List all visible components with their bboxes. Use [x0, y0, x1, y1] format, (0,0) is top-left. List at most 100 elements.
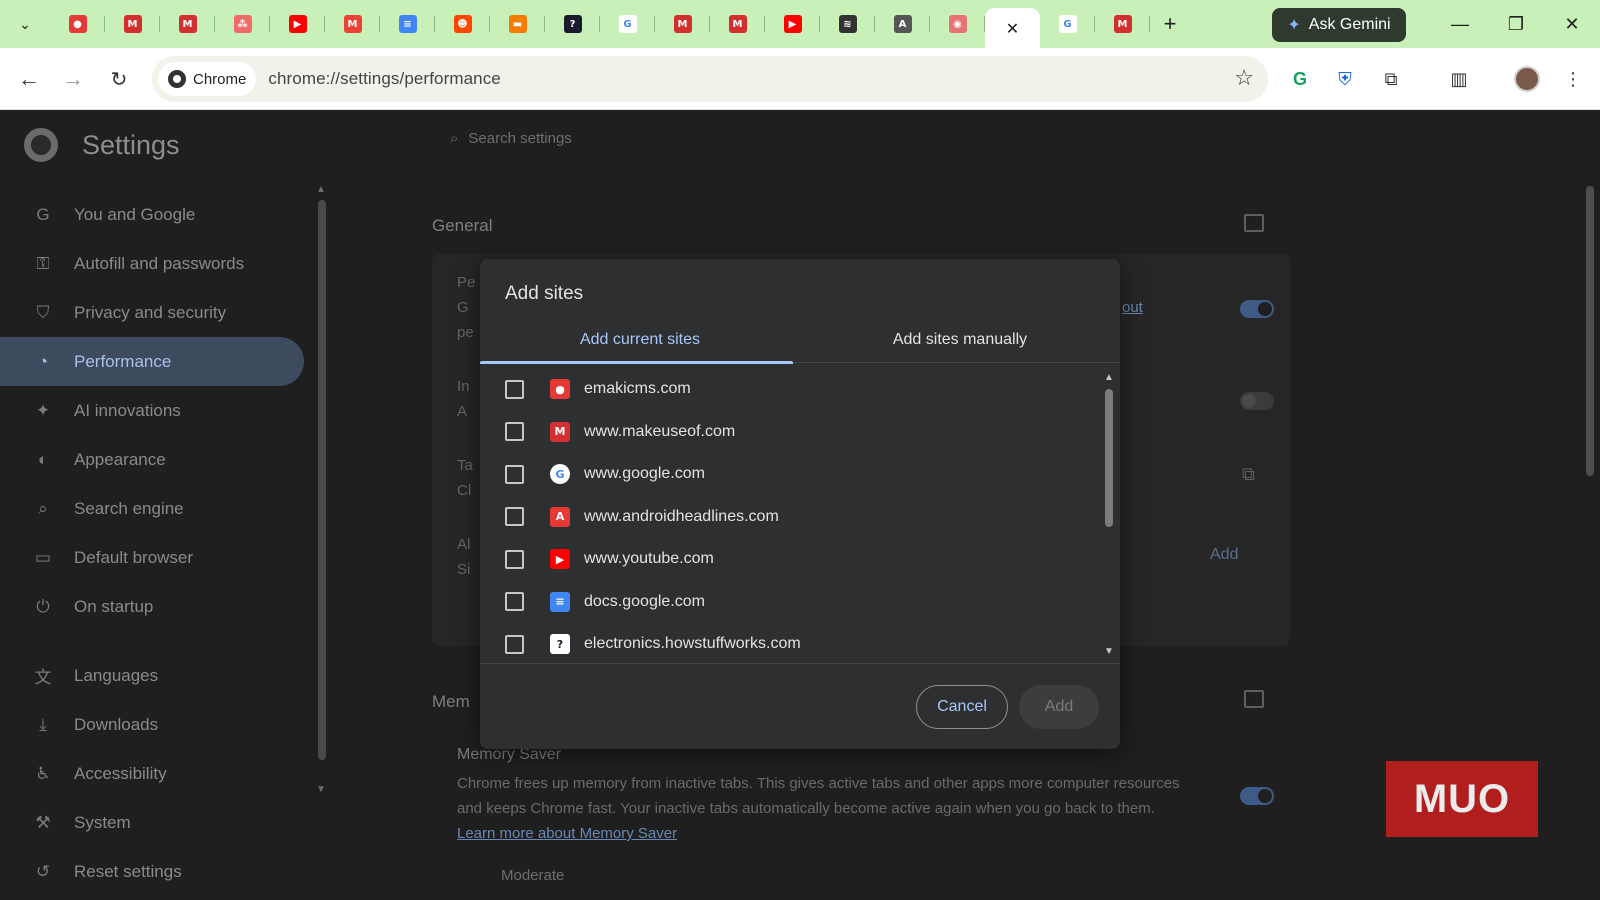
site-checkbox[interactable]: [505, 549, 524, 569]
browser-tab[interactable]: ☻: [435, 6, 490, 42]
sidebar-item-autofill-and-passwords[interactable]: ⚿ Autofill and passwords: [0, 239, 312, 288]
gemini-sparkle-icon: ✦: [1287, 17, 1301, 34]
site-checkbox[interactable]: [505, 379, 524, 399]
sidebar-item-reset-settings[interactable]: ↺ Reset settings: [0, 847, 312, 896]
sidebar-item-performance[interactable]: ◔ Performance: [0, 337, 304, 386]
sidebar-item-appearance[interactable]: ◐ Appearance: [0, 435, 312, 484]
window-close-icon[interactable]: ✕: [1544, 0, 1600, 48]
tab-search-chevron-icon[interactable]: ⌄: [0, 0, 50, 48]
reload-icon[interactable]: ↻: [102, 62, 136, 96]
external-link-icon[interactable]: ⧉: [1242, 464, 1255, 485]
site-row[interactable]: Awww.androidheadlines.com: [480, 496, 1120, 539]
site-list-scrollbar[interactable]: ▲ ▼: [1104, 372, 1114, 660]
sidebar-item-downloads[interactable]: ⤓ Downloads: [0, 700, 312, 749]
back-arrow-icon[interactable]: ←: [12, 62, 46, 96]
shield-extension-icon[interactable]: ⛨: [1328, 62, 1362, 96]
browser-tab[interactable]: M: [655, 6, 710, 42]
site-checkbox[interactable]: [505, 422, 524, 442]
tab-add-sites-manually[interactable]: Add sites manually: [800, 317, 1120, 363]
tab-active[interactable]: ✕: [985, 8, 1040, 48]
browser-tab[interactable]: ⁂: [215, 6, 270, 42]
cancel-button[interactable]: Cancel: [916, 685, 1008, 729]
browser-tab[interactable]: M: [325, 6, 380, 42]
page-scrollbar-thumb[interactable]: [1586, 186, 1594, 476]
sidebar-item-system[interactable]: ⚒ System: [0, 798, 312, 847]
site-checkbox[interactable]: [505, 507, 524, 527]
site-row[interactable]: Gwww.google.com: [480, 453, 1120, 496]
autofill-and-passwords-icon: ⚿: [36, 253, 50, 273]
site-checkbox[interactable]: [505, 634, 524, 654]
sidebar-item-ai-innovations[interactable]: ✦ AI innovations: [0, 386, 312, 435]
chrome-menu-icon[interactable]: ⋮: [1556, 62, 1590, 96]
browser-tab[interactable]: ◉: [930, 6, 985, 42]
browser-tab[interactable]: A: [875, 6, 930, 42]
sidebar-item-on-startup[interactable]: ⏻ On startup: [0, 582, 312, 631]
sidebar-item-default-browser[interactable]: ▭ Default browser: [0, 533, 312, 582]
site-row[interactable]: ▶ www.youtube.com: [480, 538, 1120, 581]
site-row[interactable]: Mwww.makeuseof.com: [480, 411, 1120, 454]
reading-mode-icon[interactable]: ▥: [1442, 62, 1476, 96]
inactive-tabs-toggle[interactable]: [1240, 392, 1274, 410]
scroll-down-icon[interactable]: ▼: [1104, 646, 1114, 657]
scroll-up-icon[interactable]: ▲: [316, 184, 326, 195]
site-checkbox[interactable]: [505, 592, 524, 612]
sidebar-item-accessibility[interactable]: ♿ Accessibility: [0, 749, 312, 798]
performance-toggle[interactable]: [1240, 300, 1274, 318]
scroll-up-icon[interactable]: ▲: [1104, 372, 1114, 383]
address-bar[interactable]: Chrome chrome://settings/performance ☆: [152, 56, 1268, 102]
site-info-chip[interactable]: Chrome: [158, 62, 257, 96]
restore-icon[interactable]: ❐: [1488, 0, 1544, 48]
sidebar-scroll-thumb[interactable]: [318, 200, 326, 760]
sidebar-scrollbar[interactable]: ▲ ▼: [316, 184, 326, 795]
new-tab-button[interactable]: +: [1150, 6, 1190, 42]
site-row[interactable]: ● emakicms.com: [480, 368, 1120, 411]
site-row[interactable]: ? electronics.howstuffworks.com: [480, 623, 1120, 660]
browser-tab[interactable]: ?: [545, 6, 600, 42]
sidebar-item-languages[interactable]: 文 Languages: [0, 651, 312, 700]
always-active-add-button[interactable]: Add: [1210, 546, 1238, 564]
browser-tab[interactable]: M: [160, 6, 215, 42]
sidebar-item-search-engine[interactable]: ⌕ Search engine: [0, 484, 312, 533]
tab-list: ● M M ⁂ ▶ M ≡ ☻ ▬? G M M ▶ ≋ A ◉ ✕ G M: [50, 0, 1150, 48]
browser-tab[interactable]: M: [1095, 6, 1150, 42]
youtube-favicon: ▶: [783, 15, 802, 33]
browser-tab[interactable]: ≡: [380, 6, 435, 42]
browser-tab[interactable]: ▶: [765, 6, 820, 42]
emakicms-favicon: ●: [550, 379, 570, 400]
forward-arrow-icon[interactable]: →: [56, 62, 90, 96]
languages-icon: 文: [34, 668, 52, 687]
sidebar-item-privacy-and-security[interactable]: ⛉ Privacy and security: [0, 288, 312, 337]
minimize-icon[interactable]: —: [1432, 0, 1488, 48]
close-icon[interactable]: ✕: [1004, 19, 1022, 38]
browser-tab[interactable]: M: [710, 6, 765, 42]
learn-more-link[interactable]: out: [1122, 299, 1143, 316]
browser-tab[interactable]: M: [105, 6, 160, 42]
browser-tab[interactable]: ●: [50, 6, 105, 42]
add-button[interactable]: Add: [1019, 685, 1099, 729]
memory-saver-learn-more-link[interactable]: Learn more about Memory Saver: [457, 825, 677, 842]
browser-tab[interactable]: ▶: [270, 6, 325, 42]
reset-settings-icon: ↺: [35, 861, 51, 881]
ask-gemini-button[interactable]: ✦ Ask Gemini: [1272, 8, 1406, 42]
sidebar-item-you-and-google[interactable]: G You and Google: [0, 190, 312, 239]
bookmark-star-icon[interactable]: ☆: [1234, 65, 1254, 91]
browser-tab[interactable]: ▬: [490, 6, 545, 42]
extensions-puzzle-icon[interactable]: ⧉: [1374, 62, 1408, 96]
grammarly-extension-icon[interactable]: G: [1283, 62, 1317, 96]
feedback-icon[interactable]: [1244, 690, 1264, 708]
site-list-scroll-thumb[interactable]: [1105, 389, 1113, 527]
moderate-option-label[interactable]: Moderate: [501, 867, 564, 884]
general-fragment: Cl: [457, 482, 472, 499]
add-sites-dialog: Add sites Add current sites Add sites ma…: [480, 259, 1120, 749]
feedback-icon[interactable]: [1244, 214, 1264, 232]
tab-add-current-sites[interactable]: Add current sites: [480, 317, 800, 364]
browser-tab[interactable]: G: [1040, 6, 1095, 42]
scroll-down-icon[interactable]: ▼: [316, 784, 326, 795]
browser-tab[interactable]: G: [600, 6, 655, 42]
site-checkbox[interactable]: [505, 464, 524, 484]
url-text[interactable]: chrome://settings/performance: [268, 69, 501, 89]
browser-tab[interactable]: ≋: [820, 6, 875, 42]
site-row[interactable]: ≡ docs.google.com: [480, 581, 1120, 624]
memory-saver-toggle[interactable]: [1240, 787, 1274, 805]
profile-avatar[interactable]: [1510, 62, 1544, 96]
